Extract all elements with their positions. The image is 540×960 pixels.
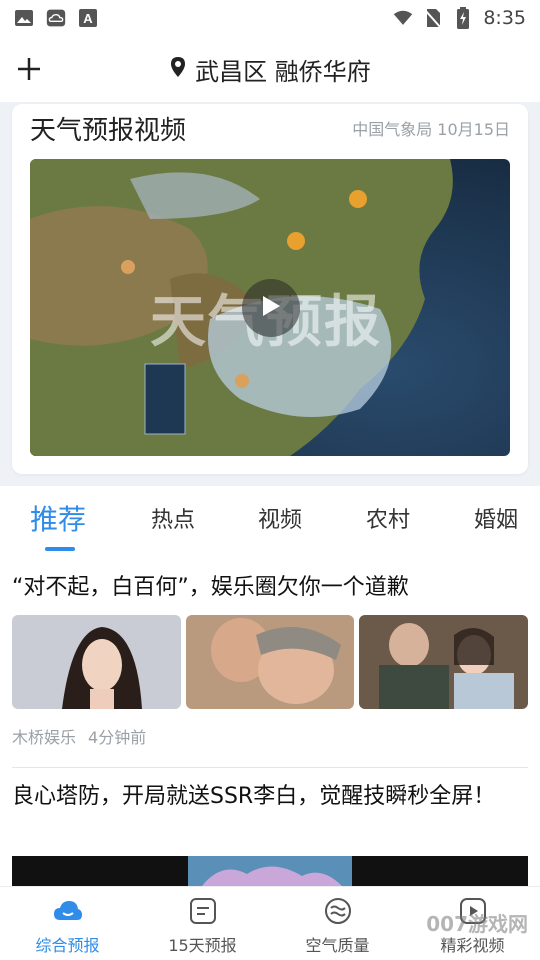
tab-marriage[interactable]: 婚姻 (474, 502, 518, 534)
location-pin-icon (169, 56, 187, 84)
news-time: 4分钟前 (88, 728, 147, 747)
battery-charging-icon (453, 7, 473, 29)
news-meta-1: 木桥娱乐 4分钟前 (12, 724, 146, 748)
cloud-icon (46, 8, 66, 28)
image-icon (14, 8, 34, 28)
nav-label: 综合预报 (35, 936, 100, 955)
video-card-title: 天气预报视频 (30, 116, 187, 146)
news-video-preview[interactable] (12, 856, 528, 886)
location-label: 武昌区 融侨华府 (195, 58, 371, 86)
tab-hot[interactable]: 热点 (151, 502, 195, 534)
news-image-row[interactable] (12, 615, 529, 709)
site-watermark: 007游戏网 (426, 912, 528, 936)
tab-rural[interactable]: 农村 (366, 502, 410, 534)
nav-label: 15天预报 (168, 936, 237, 955)
app-header: 武昌区 融侨华府 (0, 36, 540, 102)
news-category-tabs: 推荐 热点 视频 农村 婚姻 (0, 486, 540, 552)
active-tab-indicator (45, 547, 75, 551)
location-selector[interactable]: 武昌区 融侨华府 (0, 52, 540, 87)
play-icon (260, 294, 282, 322)
news-image-3 (359, 615, 529, 709)
cloud-icon (53, 896, 83, 926)
news-divider (12, 767, 528, 768)
nav-15-day-forecast[interactable]: 15天预报 (135, 887, 270, 960)
font-icon: A (78, 8, 98, 28)
news-source: 木桥娱乐 (12, 728, 77, 747)
tab-video[interactable]: 视频 (258, 502, 302, 534)
news-title-2[interactable]: 良心塔防，开局就送SSR李白，觉醒技瞬秒全屏！ (12, 781, 502, 813)
nav-label: 空气质量 (305, 936, 370, 955)
wifi-icon (393, 8, 413, 28)
video-card-meta: 中国气象局 10月15日 (352, 120, 510, 139)
air-icon (323, 896, 353, 926)
news-image-1 (12, 615, 181, 709)
status-bar: A 8:35 (0, 0, 540, 36)
list-icon (188, 896, 218, 926)
nav-comprehensive-forecast[interactable]: 综合预报 (0, 887, 135, 960)
weather-video-thumbnail[interactable]: 天气预报 (30, 159, 510, 456)
tab-recommended[interactable]: 推荐 (30, 498, 86, 538)
news-title-1[interactable]: “对不起，白百何”，娱乐圈欠你一个道歉 (12, 572, 528, 604)
nav-air-quality[interactable]: 空气质量 (270, 887, 405, 960)
weather-video-card[interactable]: 天气预报视频 中国气象局 10月15日 天气预报 (12, 104, 528, 474)
no-sim-icon (423, 8, 443, 29)
news-image-2 (185, 615, 355, 709)
play-button[interactable] (242, 279, 300, 337)
svg-text:A: A (83, 11, 93, 26)
status-clock: 8:35 (483, 7, 526, 29)
